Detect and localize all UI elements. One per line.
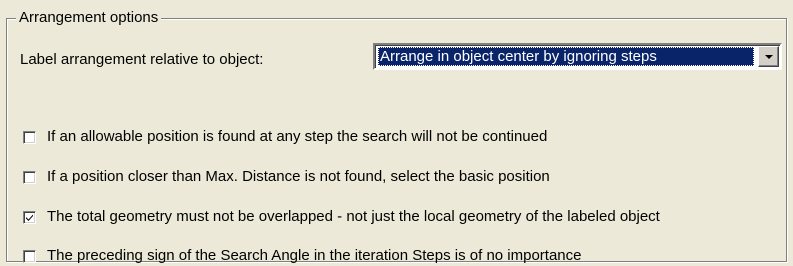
arrangement-options-panel: Arrangement options Label arrangement re… [0,0,793,266]
dropdown-selected-value[interactable]: Arrange in object center by ignoring ste… [378,47,754,66]
total-geometry-label[interactable]: The total geometry must not be overlappe… [47,207,660,227]
basic-position-label[interactable]: If a position closer than Max. Distance … [47,167,550,187]
search-angle-sign-checkbox[interactable] [23,249,36,263]
total-geometry-checkbox[interactable] [23,210,36,224]
label-arrangement-label: Label arrangement relative to object: [20,51,264,68]
basic-position-checkbox[interactable] [23,170,36,184]
checkmark-icon [26,214,33,221]
stop-search-checkbox[interactable] [23,130,36,144]
label-arrangement-dropdown[interactable]: Arrange in object center by ignoring ste… [373,43,782,70]
stop-search-label[interactable]: If an allowable position is found at any… [47,127,547,147]
chevron-down-icon [765,55,773,59]
option-row-basic-position[interactable]: If a position closer than Max. Distance … [23,167,550,187]
option-row-stop-search[interactable]: If an allowable position is found at any… [23,127,547,147]
option-row-total-geometry[interactable]: The total geometry must not be overlappe… [23,207,660,227]
dropdown-button[interactable] [758,46,779,67]
search-angle-sign-label[interactable]: The preceding sign of the Search Angle i… [47,246,582,266]
option-row-search-angle-sign[interactable]: The preceding sign of the Search Angle i… [23,246,582,266]
groupbox-title: Arrangement options [16,8,162,28]
